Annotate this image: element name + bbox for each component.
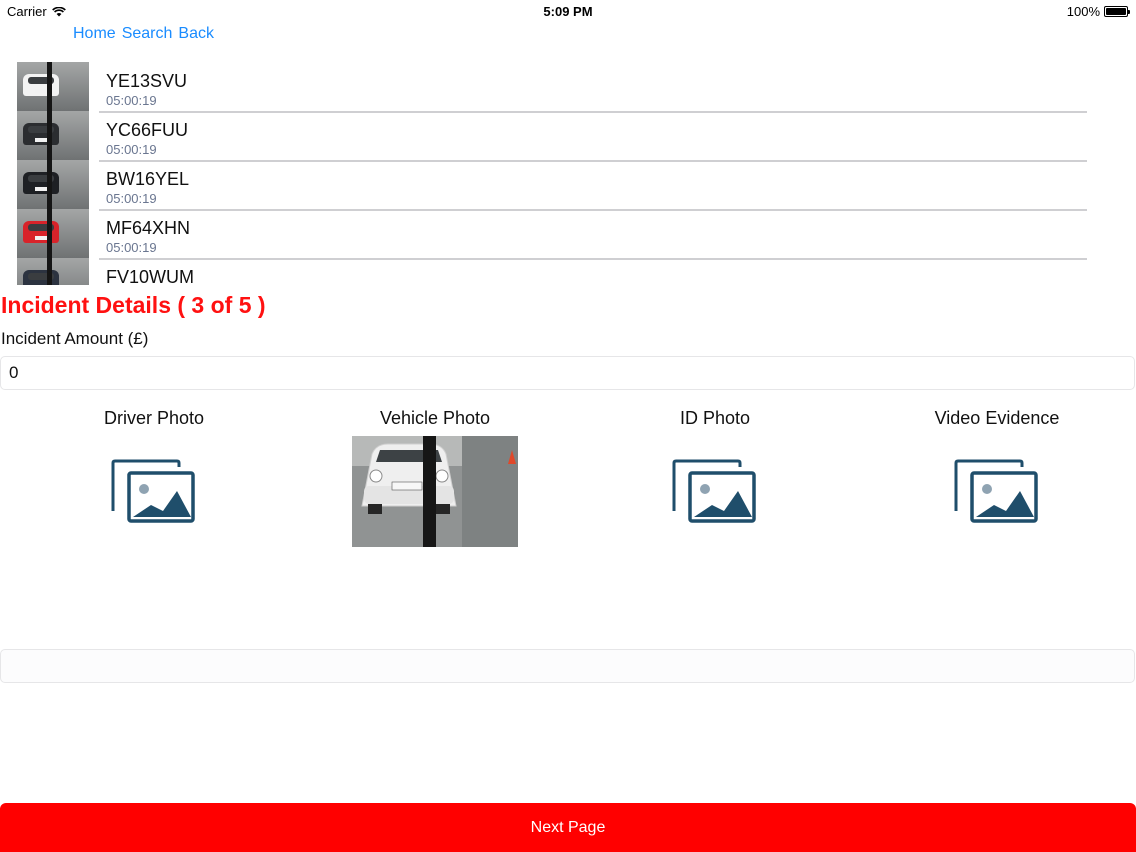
- battery-icon: [1104, 6, 1130, 17]
- vehicle-row[interactable]: FV10WUM: [0, 258, 1136, 285]
- vehicle-thumbnail: [17, 209, 89, 258]
- car-shape: [23, 270, 59, 285]
- vehicle-plate: YE13SVU: [106, 71, 188, 91]
- incident-amount-input[interactable]: [0, 356, 1135, 390]
- vehicle-thumbnail: [17, 111, 89, 160]
- vehicle-time: 05:00:19: [106, 93, 157, 108]
- vehicle-row[interactable]: YE13SVU 05:00:19: [0, 62, 1136, 113]
- vehicle-photo-image[interactable]: [352, 436, 518, 547]
- video-evidence-label: Video Evidence: [934, 408, 1060, 428]
- vehicle-time: 05:00:19: [106, 142, 157, 157]
- vehicle-time: 05:00:19: [106, 240, 157, 255]
- image-placeholder-icon[interactable]: [111, 459, 197, 525]
- vehicle-plate: MF64XHN: [106, 218, 191, 238]
- next-page-button[interactable]: Next Page: [0, 803, 1136, 852]
- vehicle-time: 05:00:19: [106, 191, 157, 206]
- vehicle-plate: YC66FUU: [106, 120, 189, 140]
- search-link[interactable]: Search: [122, 25, 173, 43]
- notes-field[interactable]: [0, 649, 1135, 683]
- vehicle-plate: FV10WUM: [106, 267, 195, 285]
- back-link[interactable]: Back: [178, 25, 214, 43]
- incident-amount-label: Incident Amount (£): [1, 329, 149, 348]
- top-nav: Home Search Back: [73, 25, 214, 43]
- vehicle-row[interactable]: BW16YEL 05:00:19: [0, 160, 1136, 211]
- status-bar: Carrier 5:09 PM 100%: [0, 0, 1136, 22]
- vehicle-list[interactable]: YE13SVU 05:00:19 YC66FUU 05:00:19 BW16YE…: [0, 60, 1136, 285]
- id-photo-slot: ID Photo: [575, 407, 855, 567]
- home-link[interactable]: Home: [73, 25, 116, 43]
- id-photo-label: ID Photo: [679, 408, 751, 428]
- incident-title: Incident Details ( 3 of 5 ): [1, 292, 266, 318]
- video-evidence-slot: Video Evidence: [857, 407, 1136, 567]
- driver-photo-slot: Driver Photo: [14, 407, 294, 567]
- vehicle-plate: BW16YEL: [106, 169, 190, 189]
- vehicle-row[interactable]: YC66FUU 05:00:19: [0, 111, 1136, 162]
- vehicle-thumbnail: [17, 62, 89, 111]
- car-shape: [23, 172, 59, 194]
- car-shape: [23, 221, 59, 243]
- status-time: 5:09 PM: [543, 4, 593, 19]
- image-placeholder-icon[interactable]: [954, 459, 1040, 525]
- image-placeholder-icon[interactable]: [672, 459, 758, 525]
- vehicle-thumbnail: [17, 160, 89, 209]
- vehicle-thumbnail: [17, 258, 89, 285]
- battery-info: 100%: [1066, 4, 1130, 19]
- battery-percent: 100%: [1066, 4, 1100, 19]
- car-shape: [23, 74, 59, 96]
- car-shape: [23, 123, 59, 145]
- vehicle-photo-label: Vehicle Photo: [379, 408, 491, 428]
- driver-photo-label: Driver Photo: [103, 408, 205, 428]
- vehicle-row[interactable]: MF64XHN 05:00:19: [0, 209, 1136, 260]
